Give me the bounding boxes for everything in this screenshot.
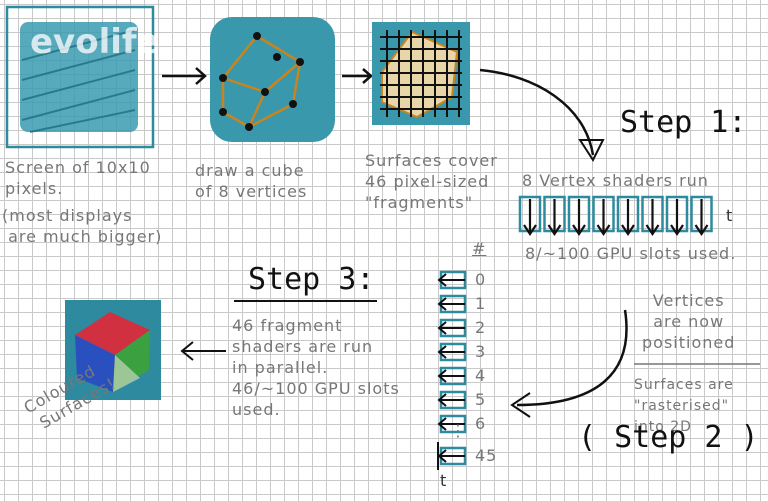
step3-time-label: t bbox=[440, 471, 448, 490]
step3-title: Step 3: bbox=[248, 262, 375, 297]
fragment-index: 3 bbox=[475, 342, 487, 361]
evolife-watermark: evolife bbox=[30, 22, 160, 62]
step2-title: ( Step 2 ) bbox=[578, 420, 759, 455]
step1-usage: 8/~100 GPU slots used. bbox=[525, 244, 737, 263]
fragment-index: 5 bbox=[475, 390, 487, 409]
screen-note: (most displays are much bigger) bbox=[2, 206, 163, 246]
vertex-shader-slot bbox=[641, 195, 664, 236]
arrow-right-icon bbox=[162, 67, 207, 85]
vertex-shader-slot bbox=[518, 195, 542, 236]
fragment-slot-arrow-icon bbox=[437, 270, 467, 290]
curved-arrow-icon bbox=[510, 309, 628, 418]
fragment-index: 0 bbox=[475, 270, 487, 289]
fragment-index: 2 bbox=[475, 318, 487, 337]
fragment-index: 6 bbox=[475, 414, 487, 433]
step3-underline bbox=[234, 300, 377, 302]
fragment-slot-arrow-icon bbox=[437, 294, 467, 314]
vertex-shader-slot bbox=[690, 195, 713, 236]
screen-caption: Screen of 10x10 pixels. bbox=[5, 158, 151, 198]
vertex-shader-slots bbox=[518, 195, 713, 236]
ellipsis-dots: ⋮ bbox=[450, 421, 467, 440]
arrow-right-icon bbox=[342, 68, 373, 84]
step3-description: 46 fragment shaders are run in parallel.… bbox=[232, 316, 400, 419]
fragment-index: 1 bbox=[475, 294, 487, 313]
fragment-slot-arrow-icon bbox=[437, 342, 467, 362]
arrow-left-icon bbox=[180, 341, 226, 361]
vertex-shader-slot bbox=[665, 195, 689, 236]
step1-title: Step 1: bbox=[620, 105, 747, 140]
step1-description: 8 Vertex shaders run bbox=[522, 171, 709, 190]
fragment-slot-arrow-icon bbox=[437, 318, 467, 338]
step2-divider bbox=[634, 363, 760, 365]
step1-time-label: t bbox=[726, 206, 734, 225]
step2-note-vertices: Vertices are now positioned bbox=[642, 291, 736, 352]
fragment-index: 45 bbox=[475, 446, 498, 465]
vertex-shader-slot bbox=[567, 195, 591, 236]
fragment-slot-arrow-icon bbox=[437, 390, 467, 410]
cube-caption: draw a cube of 8 vertices bbox=[195, 161, 308, 201]
fragments-grid-drawing bbox=[372, 22, 470, 125]
cube-vertices-drawing bbox=[210, 17, 335, 142]
fragment-index: 4 bbox=[475, 366, 487, 385]
curved-arrow-icon bbox=[479, 68, 605, 163]
vertex-shader-slot bbox=[616, 195, 640, 236]
vertex-shader-slot bbox=[592, 195, 615, 236]
fragment-column-header: # bbox=[472, 239, 487, 258]
fragment-slot-arrow-icon bbox=[437, 366, 467, 386]
vertex-shader-slot bbox=[543, 195, 566, 236]
